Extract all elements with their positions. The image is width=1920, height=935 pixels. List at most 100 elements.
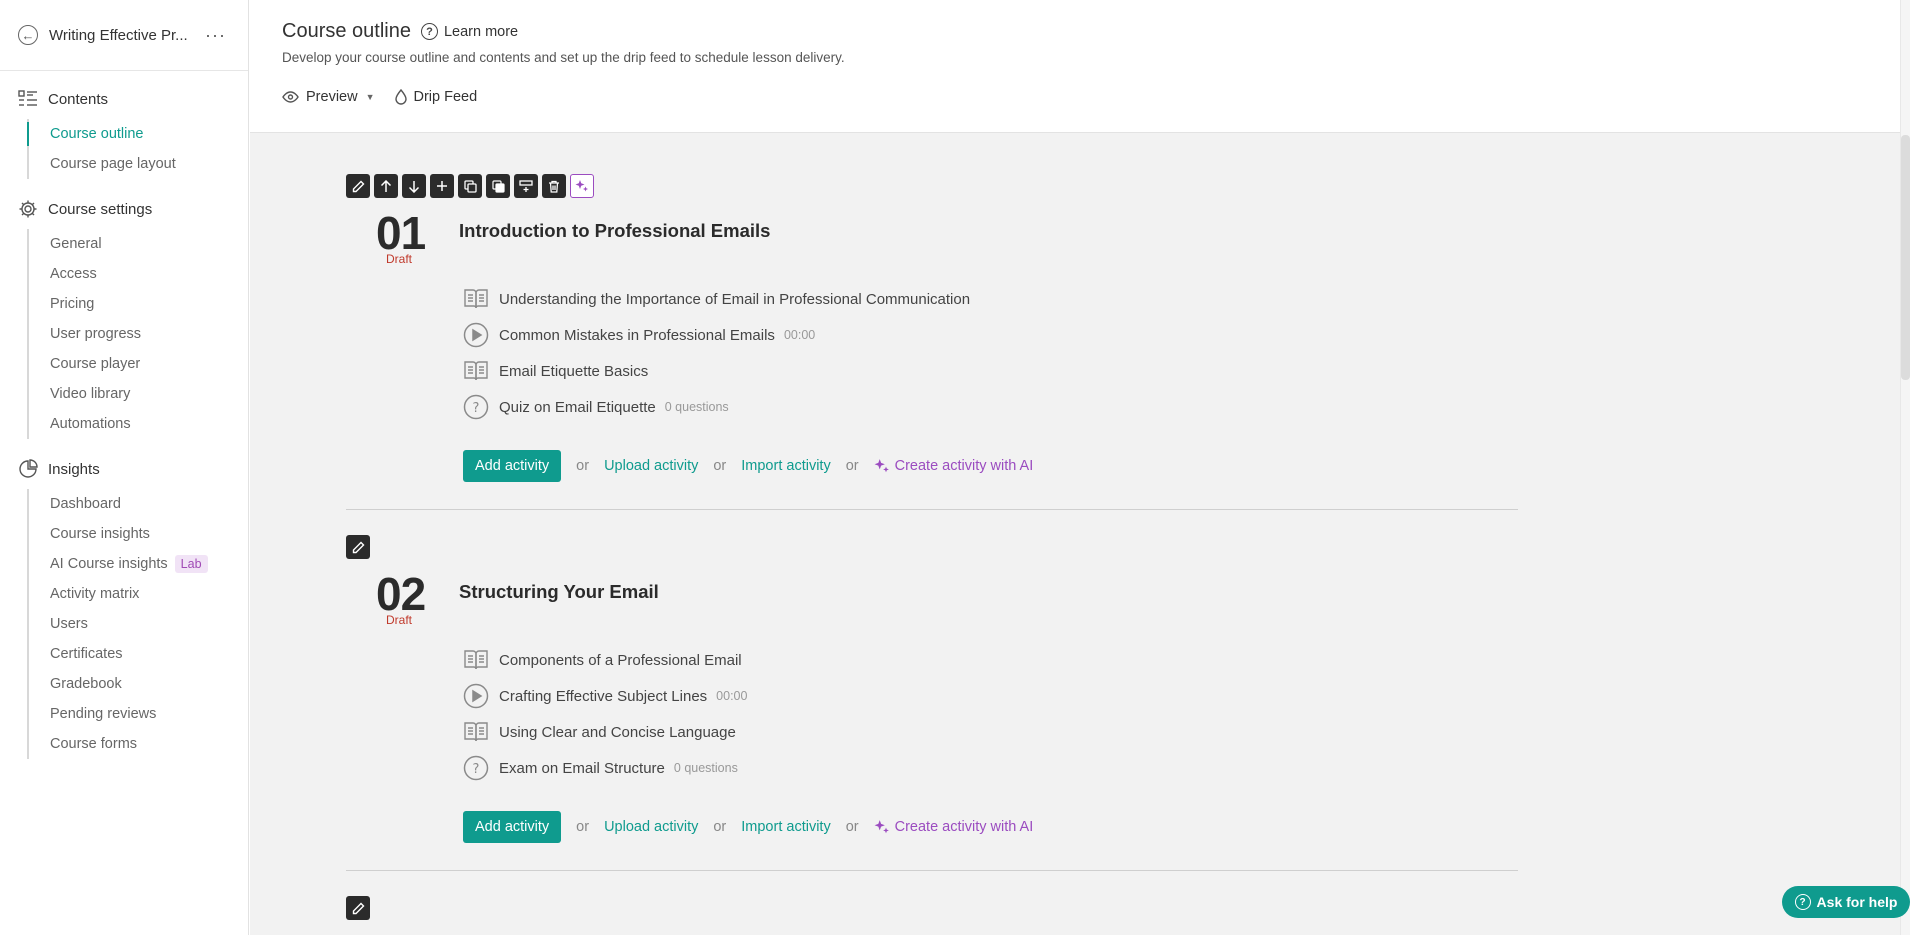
sidebar-item-ai-course-insights[interactable]: AI Course insights Lab <box>29 549 248 579</box>
create-activity-ai-link[interactable]: Create activity with AI <box>874 458 1034 474</box>
activity-item[interactable]: ? Quiz on Email Etiquette 0 questions <box>463 392 729 422</box>
question-count: 0 questions <box>673 761 738 775</box>
sidebar-item-user-progress[interactable]: User progress <box>29 319 248 349</box>
move-up-icon[interactable] <box>374 174 398 198</box>
add-activity-button[interactable]: Add activity <box>463 450 562 482</box>
sidebar-section-course-settings: Course settings General Access Pricing U… <box>0 197 248 439</box>
sidebar-item-general[interactable]: General <box>29 229 248 259</box>
upload-activity-link[interactable]: Upload activity <box>604 819 698 835</box>
sidebar-item-automations[interactable]: Automations <box>29 409 248 439</box>
create-activity-ai-link[interactable]: Create activity with AI <box>874 819 1034 835</box>
list-icon <box>18 89 38 109</box>
activity-item[interactable]: Crafting Effective Subject Lines 00:00 <box>463 681 747 711</box>
sidebar-item-video-library[interactable]: Video library <box>29 379 248 409</box>
learn-more-link[interactable]: Learn more <box>444 24 518 40</box>
ask-for-help-label: Ask for help <box>1816 894 1898 910</box>
create-activity-ai-label: Create activity with AI <box>894 458 1034 474</box>
lab-badge: Lab <box>174 555 208 573</box>
edit-icon[interactable] <box>346 174 370 198</box>
sidebar-item-course-outline[interactable]: Course outline <box>27 119 248 149</box>
course-outline-canvas: 01 Draft Introduction to Professional Em… <box>250 133 1910 935</box>
more-options-icon[interactable]: ··· <box>205 25 226 46</box>
activity-title: Quiz on Email Etiquette <box>499 398 656 416</box>
import-activity-link[interactable]: Import activity <box>741 819 830 835</box>
sidebar-item-pricing[interactable]: Pricing <box>29 289 248 319</box>
edit-icon[interactable] <box>346 896 370 920</box>
ask-for-help-button[interactable]: ? Ask for help <box>1782 886 1910 918</box>
edit-icon[interactable] <box>346 535 370 559</box>
activity-item[interactable]: Understanding the Importance of Email in… <box>463 284 970 314</box>
video-duration: 00:00 <box>716 689 748 703</box>
sidebar-item-certificates[interactable]: Certificates <box>29 639 248 669</box>
sidebar-item-course-page-layout[interactable]: Course page layout <box>29 149 248 179</box>
ai-sparkle-icon <box>874 458 890 474</box>
sidebar-item-activity-matrix[interactable]: Activity matrix <box>29 579 248 609</box>
activity-item[interactable]: Using Clear and Concise Language <box>463 717 736 747</box>
import-activity-link[interactable]: Import activity <box>741 458 830 474</box>
sidebar-item-access[interactable]: Access <box>29 259 248 289</box>
activity-title: Crafting Effective Subject Lines <box>499 687 708 705</box>
book-icon <box>463 647 489 673</box>
help-icon[interactable]: ? <box>420 23 438 40</box>
module-divider <box>346 870 1518 871</box>
sidebar-item-course-forms[interactable]: Course forms <box>29 729 248 759</box>
copy-icon[interactable] <box>486 174 510 198</box>
sidebar-item-label: AI Course insights <box>50 556 168 572</box>
activity-title: Understanding the Importance of Email in… <box>499 290 971 308</box>
sidebar-item-pending-reviews[interactable]: Pending reviews <box>29 699 248 729</box>
or-separator: or <box>845 458 859 474</box>
question-count: 0 questions <box>664 400 729 414</box>
course-title: Writing Effective Pr... <box>49 26 188 44</box>
preview-label: Preview <box>306 89 358 105</box>
eye-icon <box>282 91 299 103</box>
header-tabs: Preview ▼ Drip Feed <box>282 89 497 105</box>
sidebar-section-contents: Contents Course outline Course page layo… <box>0 87 248 179</box>
module-toolbar <box>346 535 370 559</box>
sidebar-header: ← Writing Effective Pr... ··· <box>0 0 248 71</box>
video-duration: 00:00 <box>783 328 816 342</box>
sidebar-item-course-insights[interactable]: Course insights <box>29 519 248 549</box>
activity-title: Components of a Professional Email <box>499 651 742 669</box>
duplicate-icon[interactable] <box>458 174 482 198</box>
play-icon <box>463 683 489 709</box>
gear-icon <box>18 199 38 219</box>
activity-item[interactable]: Common Mistakes in Professional Emails 0… <box>463 320 815 350</box>
or-separator: or <box>576 458 590 474</box>
drip-feed-tab[interactable]: Drip Feed <box>394 89 477 105</box>
insert-section-icon[interactable] <box>514 174 538 198</box>
activity-item[interactable]: Email Etiquette Basics <box>463 356 648 386</box>
draft-status: Draft <box>386 613 413 627</box>
caret-down-icon: ▼ <box>365 92 375 102</box>
window-edge <box>1910 0 1920 935</box>
ai-sparkle-icon[interactable] <box>570 174 594 198</box>
module-title[interactable]: Structuring Your Email <box>459 581 659 603</box>
scrollbar-thumb[interactable] <box>1901 135 1910 380</box>
svg-text:?: ? <box>473 762 480 777</box>
sidebar-heading-course-settings: Course settings <box>48 200 153 218</box>
trash-icon[interactable] <box>542 174 566 198</box>
sidebar-section-insights: Insights Dashboard Course insights AI Co… <box>0 457 248 759</box>
preview-dropdown[interactable]: Preview ▼ <box>282 89 375 105</box>
upload-activity-link[interactable]: Upload activity <box>604 458 698 474</box>
module-divider <box>346 509 1518 510</box>
back-arrow-icon[interactable]: ← <box>18 25 38 45</box>
play-icon <box>463 322 489 348</box>
add-activity-button[interactable]: Add activity <box>463 811 562 843</box>
activity-title: Common Mistakes in Professional Emails <box>499 326 775 344</box>
module-title[interactable]: Introduction to Professional Emails <box>459 220 770 242</box>
sidebar-item-gradebook[interactable]: Gradebook <box>29 669 248 699</box>
add-icon[interactable] <box>430 174 454 198</box>
sidebar-item-users[interactable]: Users <box>29 609 248 639</box>
activity-item[interactable]: Components of a Professional Email <box>463 645 742 675</box>
sidebar-item-course-player[interactable]: Course player <box>29 349 248 379</box>
pie-chart-icon <box>18 459 38 479</box>
sidebar: ← Writing Effective Pr... ··· Contents C… <box>0 0 249 935</box>
sidebar-item-dashboard[interactable]: Dashboard <box>29 489 248 519</box>
move-down-icon[interactable] <box>402 174 426 198</box>
activity-title: Email Etiquette Basics <box>499 362 649 380</box>
book-icon <box>463 286 489 312</box>
activity-item[interactable]: ? Exam on Email Structure 0 questions <box>463 753 738 783</box>
draft-status: Draft <box>386 252 413 266</box>
create-activity-ai-label: Create activity with AI <box>894 819 1034 835</box>
activity-title: Exam on Email Structure <box>499 759 665 777</box>
